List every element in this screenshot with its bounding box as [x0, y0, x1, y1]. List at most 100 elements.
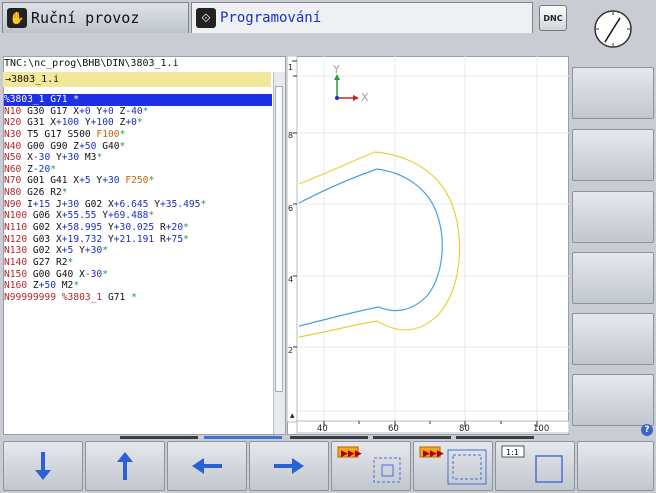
program-token: J [50, 198, 62, 210]
program-line[interactable]: N30 T5 G17 S500 F100* [4, 129, 272, 141]
arrow-up-icon [117, 452, 133, 480]
program-line[interactable]: N160 Z+50 M2* [4, 280, 272, 292]
tab-programming[interactable]: ⟐ Programování [191, 2, 533, 33]
program-line[interactable]: N90 I+15 J+30 G02 X+6.645 Y+35.495* [4, 199, 272, 211]
program-token: -40 [125, 105, 143, 117]
program-token: +30 [84, 245, 103, 257]
program-line[interactable]: N80 G26 R2* [4, 187, 272, 199]
program-line[interactable]: N140 G27 R2* [4, 257, 272, 269]
hand-icon: ✋ [7, 8, 27, 28]
program-line[interactable]: N100 G06 X+55.55 Y+69.488* [4, 210, 272, 222]
block-number: N40 [4, 140, 22, 152]
program-token: Y [50, 152, 62, 164]
block-number: N50 [4, 152, 22, 164]
program-line[interactable]: N150 G00 G40 X-30* [4, 269, 272, 281]
program-token: +0 [125, 117, 137, 129]
toolpath-outer [298, 151, 461, 338]
program-line[interactable]: N120 G03 X+19.732 Y+21.191 R+75* [4, 234, 272, 246]
dnc-button[interactable]: DNC [539, 5, 567, 31]
softkey-row-indicator [120, 436, 198, 439]
move-down-button[interactable] [3, 441, 83, 491]
program-token: * [183, 222, 189, 234]
zoom-detail-in-button[interactable]: ▶▶▶ [331, 441, 411, 491]
softkey-row-indicator-active [204, 436, 282, 439]
right-softkey-5[interactable] [572, 313, 654, 365]
program-token: * [50, 163, 56, 175]
program-line[interactable]: N10 G30 G17 X+0 Y+0 Z-40* [4, 106, 272, 118]
program-scrollbar-thumb[interactable] [275, 86, 283, 392]
program-token: +69.488 [107, 210, 149, 222]
tab-manual-label: Ruční provoz [31, 9, 140, 27]
program-line[interactable]: N20 G31 X+100 Y+100 Z+0* [4, 117, 272, 129]
program-line[interactable]: N60 Z-20* [4, 164, 272, 176]
program-line[interactable]: N130 G02 X+5 Y+30* [4, 245, 272, 257]
ruler-bottom-label: 100 [533, 424, 549, 434]
program-line[interactable]: %3803_1 G71 * [4, 94, 272, 106]
block-number: N90 [4, 198, 22, 210]
program-token: -30 [32, 152, 51, 164]
program-token: T5 G17 S500 [21, 128, 97, 140]
program-token: +19.732 [61, 233, 103, 245]
block-number: N99999999 [4, 291, 56, 303]
program-token: * [96, 152, 103, 164]
move-up-button[interactable] [85, 441, 165, 491]
program-line[interactable]: N50 X-30 Y+30 M3* [4, 152, 272, 164]
right-softkey-6[interactable] [572, 374, 654, 426]
block-number: N60 [4, 163, 22, 175]
help-icon[interactable]: ? [641, 424, 653, 436]
right-softkey-2[interactable] [572, 129, 654, 181]
program-token: * [200, 198, 207, 210]
program-token: +6.645 [113, 198, 149, 210]
block-number: N10 [4, 105, 22, 117]
program-line[interactable]: N110 G02 X+58.995 Y+30.025 R+20* [4, 222, 272, 234]
svg-text:▴: ▴ [290, 411, 295, 421]
program-token: G01 G41 X [21, 175, 80, 187]
block-number: N80 [4, 187, 22, 199]
ruler-left-label: 6 [288, 204, 293, 213]
clock-icon [594, 10, 632, 48]
program-token: * [131, 291, 137, 303]
block-number: N140 [4, 256, 28, 268]
softkey-row-indicator [456, 436, 534, 439]
right-softkey-3[interactable] [572, 191, 654, 243]
scale-1-1-button[interactable]: 1:1 [495, 441, 575, 491]
program-token: -30 [84, 268, 103, 280]
right-softkey-1[interactable] [572, 67, 654, 119]
softkey-empty[interactable] [577, 441, 654, 491]
program-token: G27 R2 [27, 256, 68, 268]
program-token: +50 [38, 280, 56, 292]
grid [297, 56, 569, 421]
program-line[interactable]: N40 G00 G90 Z+50 G40* [4, 141, 272, 153]
program-token: G00 G90 Z [21, 140, 80, 152]
right-softkey-4[interactable] [572, 252, 654, 304]
block-number: N120 [4, 233, 28, 245]
program-token: %3803_1 [61, 291, 103, 303]
tab-manual-mode[interactable]: ✋ Ruční provoz [2, 2, 189, 33]
move-left-button[interactable] [167, 441, 247, 491]
zoom-detail-out-button[interactable]: ▶▶▶ [413, 441, 493, 491]
program-token: * [142, 105, 149, 117]
program-lines[interactable]: %3803_1 G71 * N10 G30 G17 X+0 Y+0 Z-40* N2… [4, 94, 272, 304]
toolpath-graphic: 1 8 6 4 2 40 60 80 100 Y X ▴ [287, 56, 569, 434]
program-scrollbar[interactable] [273, 72, 285, 434]
program-token: * [73, 280, 80, 292]
program-line[interactable]: N99999999 %3803_1 G71 * [4, 292, 272, 304]
program-file-name: →3803_1.i [3, 72, 271, 87]
program-token: G03 X [27, 233, 62, 245]
ruler-bottom-label: 80 [459, 424, 470, 434]
program-line[interactable]: N70 G01 G41 X+5 Y+30 F250* [4, 175, 272, 187]
block-number: N100 [4, 210, 28, 222]
move-right-button[interactable] [249, 441, 329, 491]
arrow-left-icon [192, 458, 222, 474]
program-path: TNC:\nc_prog\BHB\DIN\3803_1.i [4, 58, 179, 69]
softkey-row-indicator [373, 436, 451, 439]
program-token: F100 [96, 128, 120, 140]
program-token: +20 [165, 222, 184, 234]
program-token: G00 G40 X [27, 268, 85, 280]
svg-text:▶▶▶: ▶▶▶ [423, 449, 444, 459]
program-token: Y [96, 210, 108, 222]
program-token: * [183, 233, 189, 245]
program-token: Z [21, 163, 33, 175]
program-token: +100 [55, 117, 80, 129]
program-token: Y [102, 233, 114, 245]
